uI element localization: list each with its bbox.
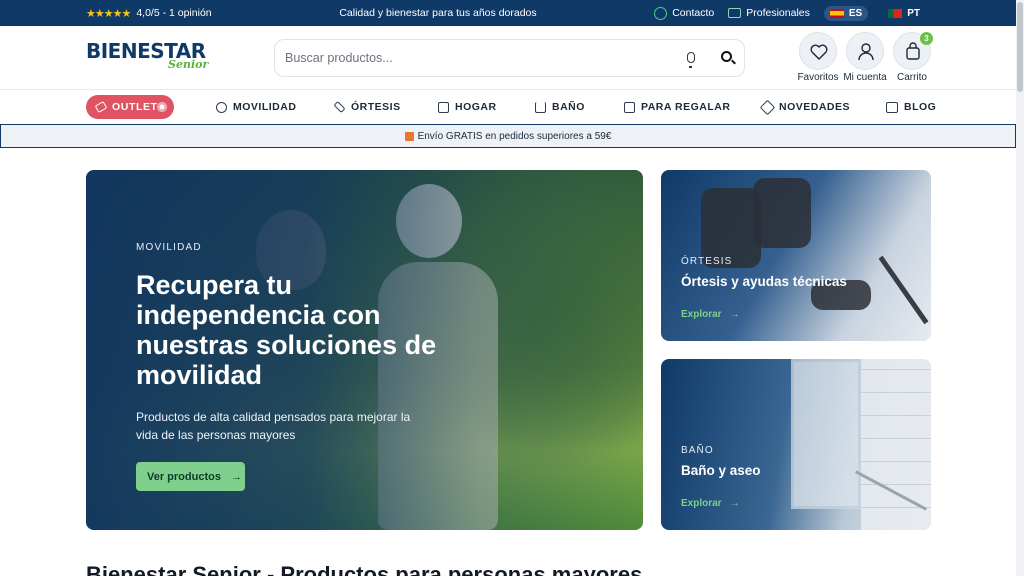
card-explore-label: Explorar (681, 309, 722, 320)
mobility-icon (216, 101, 227, 113)
card-category: ÓRTESIS (681, 256, 733, 267)
nav-item-novedades[interactable]: NOVEDADES (759, 90, 851, 124)
favorites-button[interactable] (799, 32, 837, 70)
card-explore-link[interactable]: Explorar → (681, 309, 740, 320)
nav-item-para-regalar[interactable]: PARA REGALAR (624, 90, 730, 124)
microphone-icon[interactable] (687, 52, 695, 68)
view-products-button[interactable]: Ver productos → (136, 462, 245, 491)
section-heading: Bienestar Senior - Productos para person… (86, 562, 643, 576)
professionals-link[interactable]: Profesionales (728, 7, 810, 19)
card-photo-cane (878, 255, 929, 325)
card-title: Órtesis y ayudas técnicas (681, 274, 847, 289)
view-products-label: Ver productos (147, 470, 221, 483)
main-navigation: OUTLET MOVILIDAD ÓRTESIS HOGAR BAÑO PARA… (0, 90, 1024, 124)
category-card-bano[interactable]: BAÑO Baño y aseo Explorar → (661, 359, 931, 530)
card-title: Baño y aseo (681, 463, 761, 478)
language-es[interactable]: ES (823, 5, 869, 21)
search-input[interactable] (285, 48, 665, 68)
card-explore-link[interactable]: Explorar → (681, 498, 740, 509)
nav-item-label: ÓRTESIS (351, 101, 401, 113)
bandage-icon (333, 100, 346, 114)
free-shipping-banner: Envío GRATIS en pedidos superiores a 59€ (0, 124, 1016, 148)
search-icon[interactable] (721, 51, 732, 62)
rating-summary[interactable]: ★★★★★ 4,0/5 - 1 opinión (86, 0, 212, 26)
nav-item-movilidad[interactable]: MOVILIDAD (216, 90, 296, 124)
nav-item-label: HOGAR (455, 101, 497, 113)
card-explore-label: Explorar (681, 498, 722, 509)
whatsapp-icon (654, 6, 668, 20)
hero-title: Recupera tu independencia con nuestras s… (136, 270, 437, 390)
cart-label: Carrito (896, 72, 927, 83)
rating-text: 4,0/5 - 1 opinión (136, 7, 212, 19)
user-icon (858, 43, 874, 61)
nav-item-label: PARA REGALAR (641, 101, 731, 113)
professionals-label: Profesionales (746, 7, 810, 19)
nav-item-label: BLOG (904, 101, 937, 113)
hero-banner[interactable]: MOVILIDAD Recupera tu independencia con … (86, 170, 643, 530)
nav-item-label: NOVEDADES (779, 101, 851, 113)
tag-icon (94, 101, 108, 113)
gift-icon (624, 101, 635, 113)
cart-count-badge: 3 (920, 32, 933, 45)
heart-icon (810, 44, 828, 60)
nav-item-bano[interactable]: BAÑO (535, 90, 585, 124)
language-pt[interactable]: PT (882, 6, 926, 21)
search-bar (274, 39, 745, 77)
language-pt-label: PT (907, 7, 920, 19)
gift-icon (404, 131, 414, 141)
nav-item-blog[interactable]: BLOG (886, 90, 936, 124)
outlet-dot-icon (157, 102, 167, 112)
topbar-right: Contacto Profesionales ES PT (654, 0, 926, 26)
sparkle-icon (759, 99, 776, 115)
nav-item-label: MOVILIDAD (233, 101, 297, 113)
nav-outlet-button[interactable]: OUTLET (86, 95, 174, 119)
bathtub-icon (535, 101, 546, 113)
spain-flag-icon (829, 8, 844, 18)
contact-label: Contacto (672, 7, 715, 19)
hero-description: Productos de alta calidad pensados para … (136, 410, 411, 442)
nav-item-ortesis[interactable]: ÓRTESIS (333, 90, 401, 124)
card-photo-window (791, 359, 861, 509)
portugal-flag-icon (888, 8, 903, 18)
arrow-right-icon: → (729, 498, 740, 509)
logo-tagline: Senior (168, 58, 209, 71)
home-icon (438, 101, 449, 113)
book-icon (886, 101, 898, 113)
arrow-right-icon: → (729, 309, 740, 320)
scrollbar-thumb[interactable] (1017, 2, 1023, 92)
nav-item-label: BAÑO (552, 101, 585, 113)
contact-link[interactable]: Contacto (654, 6, 715, 20)
page-scrollbar[interactable] (1016, 0, 1024, 576)
account-button[interactable] (846, 32, 884, 70)
free-shipping-text: Envío GRATIS en pedidos superiores a 59€ (417, 130, 612, 142)
category-card-ortesis[interactable]: ÓRTESIS Órtesis y ayudas técnicas Explor… (661, 170, 931, 341)
language-es-label: ES (848, 7, 863, 19)
nav-outlet-label: OUTLET (112, 101, 158, 113)
card-category: BAÑO (681, 445, 714, 456)
briefcase-icon (728, 8, 742, 18)
stars-icon: ★★★★★ (86, 7, 131, 20)
card-photo-brace (753, 178, 811, 248)
site-logo[interactable]: BIENESTAR Senior (86, 41, 226, 81)
site-header: BIENESTAR Senior Favoritos Mi cuenta 3 C… (0, 26, 1024, 90)
top-bar: Calidad y bienestar para tus años dorado… (0, 0, 1024, 26)
arrow-right-icon: → (230, 470, 242, 483)
nav-item-hogar[interactable]: HOGAR (438, 90, 497, 124)
hero-category: MOVILIDAD (136, 242, 202, 253)
